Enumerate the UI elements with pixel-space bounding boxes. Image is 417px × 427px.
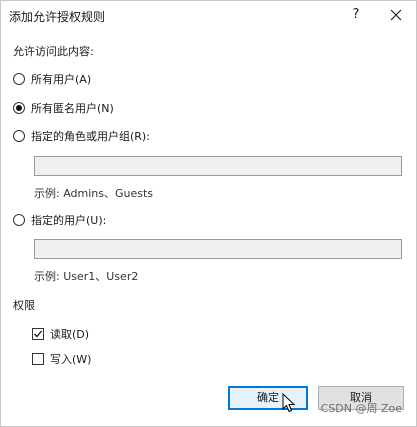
radio-anonymous-users[interactable]: 所有匿名用户(N)	[13, 100, 114, 116]
roles-example: 示例: Admins、Guests	[34, 187, 154, 200]
ok-button[interactable]: 确定	[228, 386, 308, 410]
add-allow-rule-dialog: 添加允许授权规则 ? 允许访问此内容: 所有用户(A) 所有匿名用户(N) 指定…	[0, 0, 417, 427]
dialog-title: 添加允许授权规则	[9, 10, 106, 24]
radio-circle[interactable]	[13, 130, 25, 142]
close-button[interactable]	[386, 5, 406, 25]
users-input[interactable]	[34, 239, 402, 259]
mouse-pointer-icon	[282, 393, 296, 413]
checkbox-label: 写入(W)	[50, 353, 92, 366]
help-button[interactable]: ?	[346, 5, 366, 25]
checkbox-read[interactable]: 读取(D)	[32, 326, 89, 342]
watermark: CSDN @周 Zoe	[320, 402, 402, 415]
radio-circle[interactable]	[13, 73, 25, 85]
access-heading: 允许访问此内容:	[13, 45, 94, 58]
radio-label: 所有匿名用户(N)	[31, 102, 114, 115]
radio-specified-users[interactable]: 指定的用户(U):	[13, 212, 106, 228]
permissions-heading: 权限	[13, 299, 35, 312]
checkbox-label: 读取(D)	[50, 328, 90, 341]
users-example: 示例: User1、User2	[34, 270, 139, 283]
checkbox-box[interactable]	[32, 353, 44, 365]
dialog-content: 允许访问此内容: 所有用户(A) 所有匿名用户(N) 指定的角色或用户组(R):…	[1, 29, 416, 427]
checkbox-box[interactable]	[32, 328, 44, 340]
radio-circle[interactable]	[13, 102, 25, 114]
radio-circle[interactable]	[13, 214, 25, 226]
checkmark-icon	[34, 330, 43, 338]
roles-input[interactable]	[34, 156, 402, 176]
radio-label: 所有用户(A)	[31, 73, 92, 86]
radio-all-users[interactable]: 所有用户(A)	[13, 71, 91, 87]
close-icon	[390, 9, 402, 21]
checkbox-write[interactable]: 写入(W)	[32, 351, 91, 367]
radio-label: 指定的角色或用户组(R):	[31, 130, 150, 143]
title-bar: 添加允许授权规则 ?	[1, 1, 416, 29]
radio-label: 指定的用户(U):	[31, 214, 107, 227]
radio-specified-roles[interactable]: 指定的角色或用户组(R):	[13, 128, 150, 144]
